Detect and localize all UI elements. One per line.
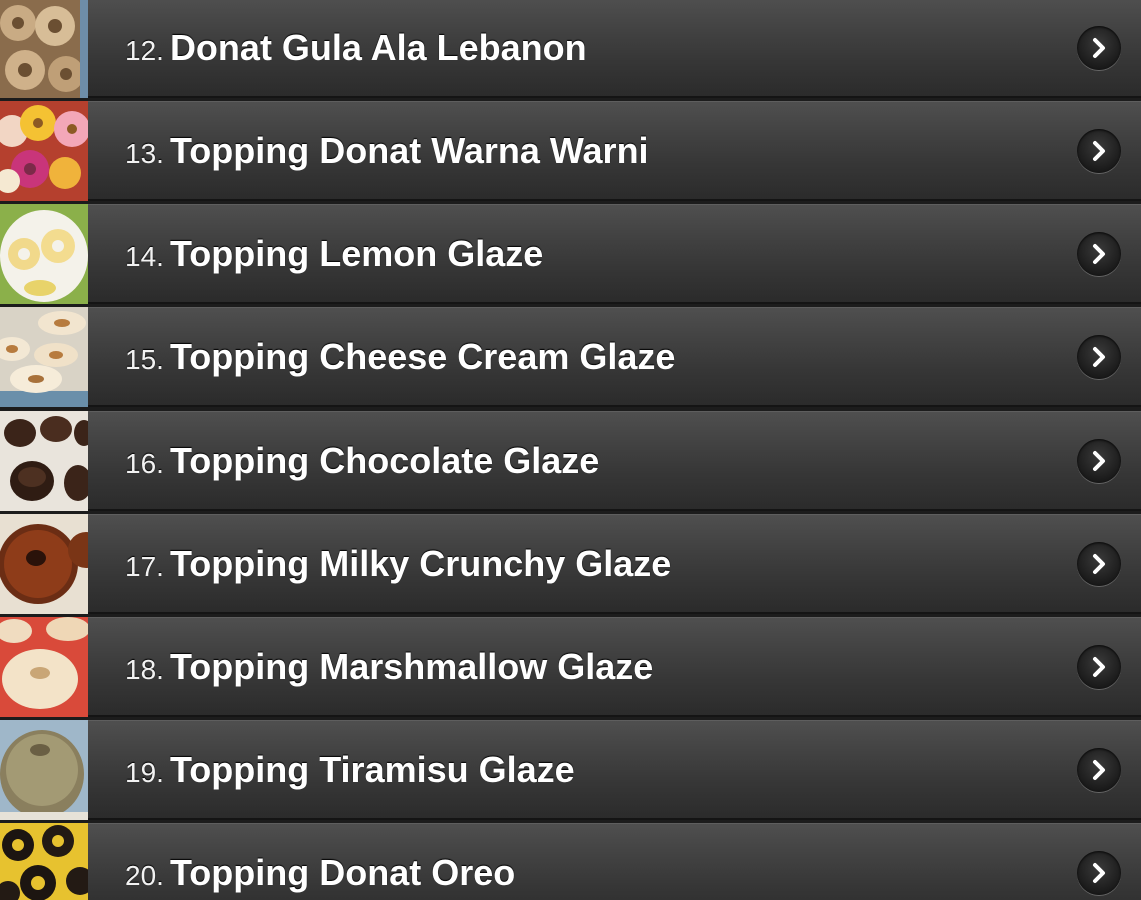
list-item[interactable]: 13. Topping Donat Warna Warni	[0, 101, 1141, 201]
chevron-right-icon[interactable]	[1077, 231, 1121, 276]
chevron-right-icon[interactable]	[1077, 747, 1121, 792]
colorful-donut-thumbnail	[0, 101, 88, 201]
chevron-right-icon[interactable]	[1077, 438, 1121, 483]
chevron-right-icon[interactable]	[1077, 850, 1121, 895]
item-number: 15.	[125, 343, 164, 375]
tiramisu-thumbnail	[0, 720, 88, 820]
item-number: 17.	[125, 550, 164, 582]
cheese-cream-thumbnail	[0, 307, 88, 407]
item-title: Donat Gula Ala Lebanon	[169, 26, 587, 68]
chocolate-glaze-thumbnail	[0, 411, 88, 511]
item-title: Topping Milky Crunchy Glaze	[169, 542, 672, 584]
milky-crunchy-thumbnail	[0, 514, 88, 614]
item-title: Topping Tiramisu Glaze	[169, 748, 575, 790]
item-title: Topping Chocolate Glaze	[169, 439, 600, 481]
list-item[interactable]: 20. Topping Donat Oreo	[0, 823, 1141, 900]
list-item[interactable]: 18. Topping Marshmallow Glaze	[0, 617, 1141, 717]
sugar-donut-thumbnail	[0, 0, 88, 98]
item-title: Topping Donat Warna Warni	[169, 129, 649, 171]
chevron-right-icon[interactable]	[1077, 334, 1121, 379]
list-item[interactable]: 16. Topping Chocolate Glaze	[0, 411, 1141, 511]
item-number: 12.	[125, 34, 164, 66]
item-number: 14.	[125, 240, 164, 272]
chevron-right-icon[interactable]	[1077, 25, 1121, 70]
list-item[interactable]: 19. Topping Tiramisu Glaze	[0, 720, 1141, 820]
item-number: 20.	[125, 859, 164, 891]
chevron-right-icon[interactable]	[1077, 644, 1121, 689]
item-title: Topping Cheese Cream Glaze	[169, 335, 676, 377]
list-item[interactable]: 15. Topping Cheese Cream Glaze	[0, 307, 1141, 407]
recipe-list: 12. Donat Gula Ala Lebanon 13. Topping Don…	[0, 0, 1141, 900]
oreo-donut-thumbnail	[0, 823, 88, 900]
item-title: Topping Marshmallow Glaze	[169, 645, 654, 687]
marshmallow-thumbnail	[0, 617, 88, 717]
item-title: Topping Lemon Glaze	[169, 232, 544, 274]
list-item[interactable]: 12. Donat Gula Ala Lebanon	[0, 0, 1141, 98]
lemon-glaze-thumbnail	[0, 204, 88, 304]
item-title: Topping Donat Oreo	[169, 851, 516, 893]
chevron-right-icon[interactable]	[1077, 128, 1121, 173]
item-number: 18.	[125, 653, 164, 685]
item-number: 13.	[125, 137, 164, 169]
list-item[interactable]: 17. Topping Milky Crunchy Glaze	[0, 514, 1141, 614]
item-number: 16.	[125, 447, 164, 479]
chevron-right-icon[interactable]	[1077, 541, 1121, 586]
item-number: 19.	[125, 756, 164, 788]
list-item[interactable]: 14. Topping Lemon Glaze	[0, 204, 1141, 304]
